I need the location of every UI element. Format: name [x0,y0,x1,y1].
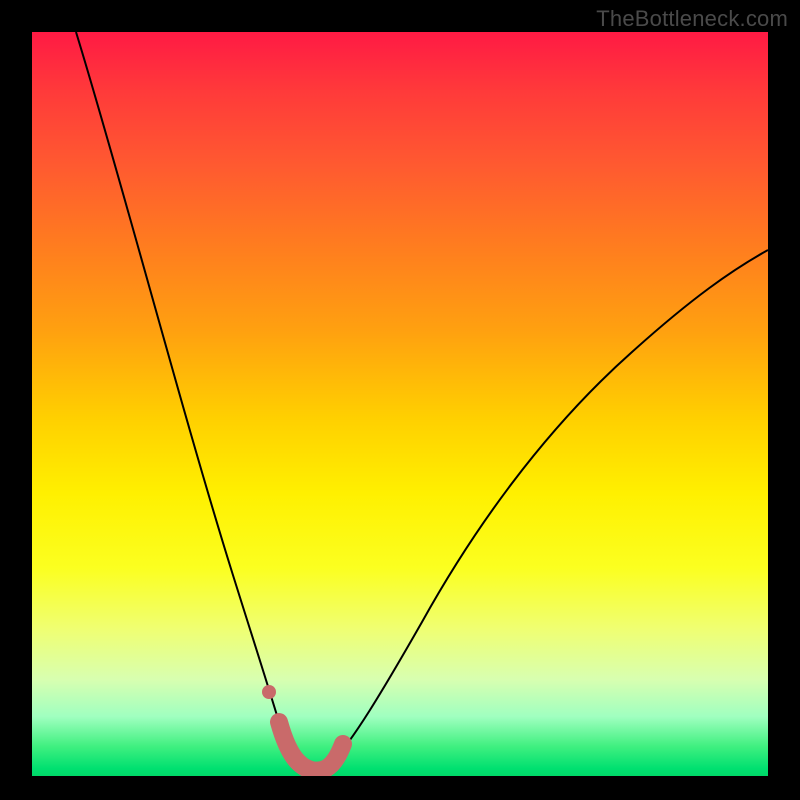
bottleneck-curve-left [76,32,294,762]
watermark-text: TheBottleneck.com [596,6,788,32]
chart-svg [32,32,768,776]
bottleneck-curve-right [332,250,768,762]
chart-plot-area [32,32,768,776]
highlight-dot [262,685,276,699]
highlight-segment [279,722,343,771]
chart-frame: TheBottleneck.com [0,0,800,800]
